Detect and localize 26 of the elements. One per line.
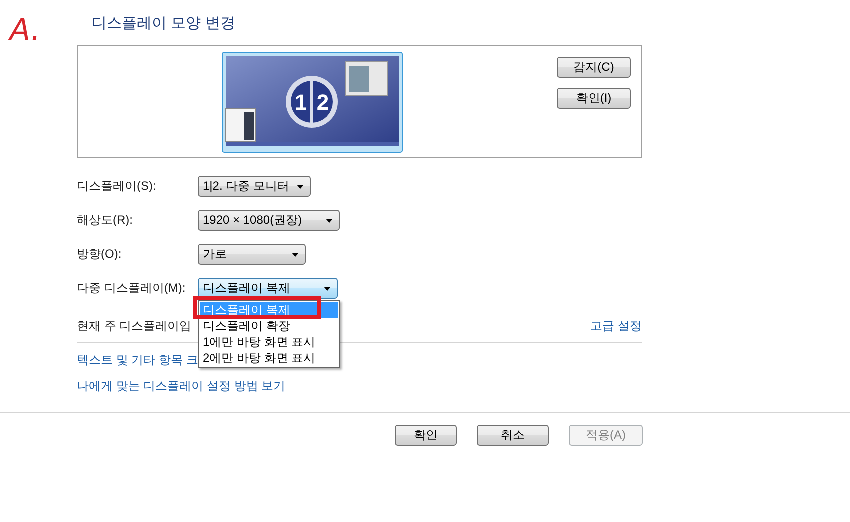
dialog-button[interactable]: 확인(I): [557, 88, 631, 109]
dropdown-option[interactable]: 1에만 바탕 화면 표시: [200, 334, 338, 350]
dropdown-option[interactable]: 2에만 바탕 화면 표시: [200, 350, 338, 366]
dialog-button[interactable]: 감지(C): [557, 57, 631, 78]
caret-icon: [326, 218, 333, 222]
setting-label: 해상도(R):: [77, 212, 134, 229]
caret-icon: [292, 252, 299, 256]
dropdown-select[interactable]: 1920 × 1080(권장): [198, 210, 340, 231]
advanced-settings-link[interactable]: 고급 설정: [590, 318, 642, 334]
dropdown-option[interactable]: 디스플레이 확장: [200, 318, 338, 334]
dialog-button[interactable]: 확인: [395, 425, 457, 446]
dropdown-select[interactable]: 가로: [198, 244, 306, 265]
caret-icon: [324, 286, 331, 290]
setting-label: 디스플레이(S):: [77, 178, 158, 195]
monitor-number: 2: [316, 90, 330, 115]
setting-label: 다중 디스플레이(M):: [77, 280, 187, 297]
dialog-button[interactable]: 취소: [477, 425, 549, 446]
help-link[interactable]: 텍스트 및 기타 항목 크: [77, 353, 198, 367]
help-link[interactable]: 나에게 맞는 디스플레이 설정 방법 보기: [77, 379, 286, 393]
caret-icon: [297, 184, 304, 188]
page-title: 디스플레이 모양 변경: [92, 14, 236, 34]
dropdown-select[interactable]: 1|2. 다중 모니터: [198, 176, 311, 197]
handwritten-annotation: A.: [10, 16, 41, 46]
setting-label: 방향(O):: [77, 246, 123, 263]
monitor-number: 1: [294, 90, 308, 115]
primary-display-note: 현재 주 디스플레이입: [77, 318, 192, 334]
